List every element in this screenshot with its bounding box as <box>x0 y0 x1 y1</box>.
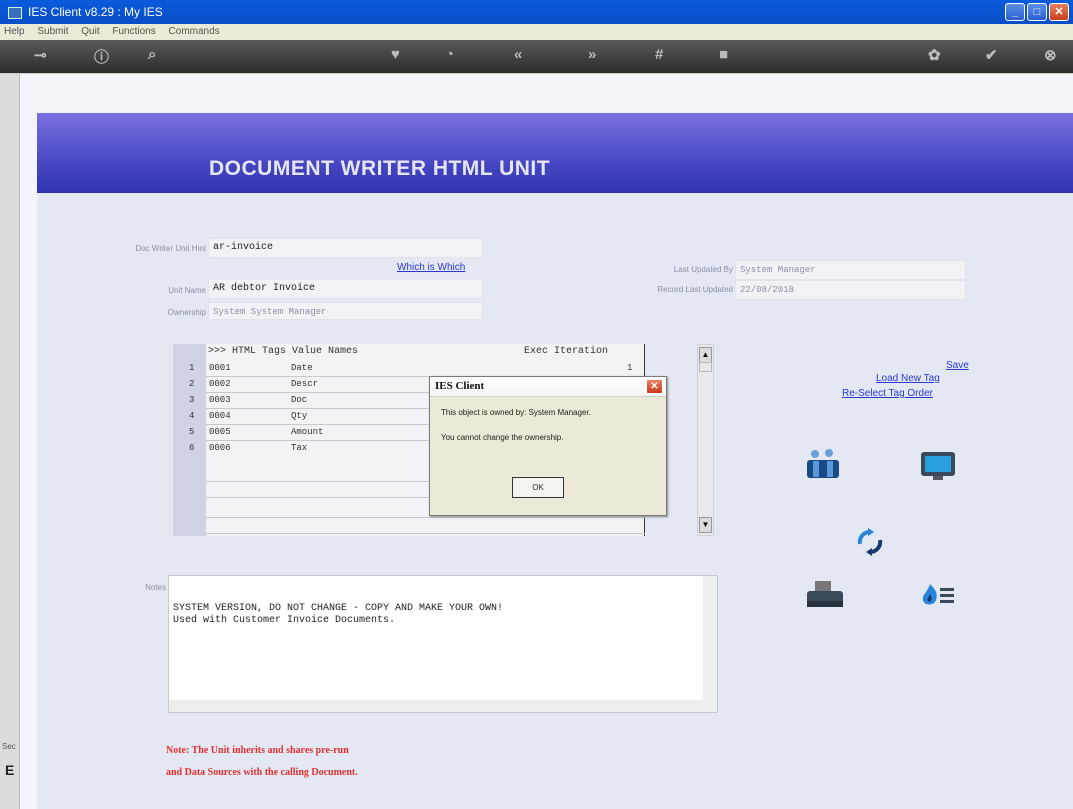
row-value-name: Tax <box>291 443 308 453</box>
footer-note-line1: Note: The Unit inherits and shares pre-r… <box>166 745 349 756</box>
grid-scrollbar[interactable]: ▲ ▼ <box>697 344 714 536</box>
save-link[interactable]: Save <box>946 360 969 371</box>
row-num: 6 <box>189 443 195 453</box>
dialog-close-icon[interactable]: ✕ <box>646 379 663 394</box>
menu-functions[interactable]: Functions <box>112 26 155 37</box>
notes-label: Notes <box>145 583 166 592</box>
left-strip-letter[interactable]: E <box>5 762 14 778</box>
ownership-field[interactable]: System System Manager <box>208 302 483 320</box>
header-exec-iteration: Exec Iteration <box>524 346 609 357</box>
doc-writer-field[interactable]: ar-invoice <box>208 238 483 258</box>
record-last-updated-label: Record Last Updated <box>657 285 733 294</box>
search-icon[interactable]: ⌕ <box>148 46 156 63</box>
row-value-name: Qty <box>291 411 308 421</box>
hash-icon[interactable]: # <box>655 46 663 63</box>
reselect-tag-order-link[interactable]: Re-Select Tag Order <box>842 388 933 399</box>
notes-hscrollbar[interactable] <box>169 700 704 712</box>
row-tag: 0005 <box>209 427 231 437</box>
info-icon[interactable]: ⓘ <box>94 46 109 67</box>
toolbar: ⊸ ⓘ ⌕ ♥ ◔ « » # ■ ✿ ✔ ⊗ <box>0 40 1073 73</box>
row-tag: 0006 <box>209 443 231 453</box>
row-value-name: Amount <box>291 427 324 437</box>
stop-icon[interactable]: ■ <box>719 46 728 63</box>
maximize-button[interactable]: □ <box>1027 3 1047 21</box>
window-title: IES Client v8.29 : My IES <box>28 5 163 19</box>
key-icon[interactable]: ⊸ <box>34 46 47 64</box>
scroll-down-arrow-icon[interactable]: ▼ <box>699 517 712 533</box>
notes-text: SYSTEM VERSION, DO NOT CHANGE - COPY AND… <box>173 603 504 626</box>
dialog-message-cannot-change: You cannot change the ownership. <box>441 433 564 442</box>
ok-button[interactable]: OK <box>512 477 564 498</box>
which-is-which-link[interactable]: Which is Which <box>397 262 465 273</box>
rewind-icon[interactable]: « <box>514 46 522 63</box>
row-value-name: Doc <box>291 395 308 405</box>
printer-icon[interactable] <box>805 579 845 616</box>
ownership-label: Ownership <box>167 308 206 317</box>
row-num: 2 <box>189 379 195 389</box>
row-divider <box>206 533 645 534</box>
last-updated-by-field: System Manager <box>735 260 966 280</box>
menu-quit[interactable]: Quit <box>81 26 99 37</box>
menu-bar: Help Submit Quit Functions Commands <box>0 24 1073 40</box>
monitor-icon[interactable] <box>919 450 957 487</box>
load-new-tag-link[interactable]: Load New Tag <box>876 373 940 384</box>
ownership-dialog: IES Client ✕ This object is owned by: Sy… <box>429 376 667 516</box>
unit-name-label: Unit Name <box>168 286 206 295</box>
dialog-title: IES Client <box>435 380 485 392</box>
row-iteration: 1 <box>627 363 633 373</box>
minimize-button[interactable]: _ <box>1005 3 1025 21</box>
footer-note-line2: and Data Sources with the calling Docume… <box>166 767 358 778</box>
page-header: DOCUMENT WRITER HTML UNIT <box>37 113 1073 193</box>
row-value-name: Date <box>291 363 313 373</box>
notes-textarea[interactable]: SYSTEM VERSION, DO NOT CHANGE - COPY AND… <box>168 575 718 713</box>
header-html-tags: >>> HTML Tags <box>208 346 287 357</box>
page-title: DOCUMENT WRITER HTML UNIT <box>209 157 551 180</box>
heart-icon[interactable]: ♥ <box>391 46 400 63</box>
window-close-button[interactable]: ✕ <box>1049 3 1069 21</box>
row-divider <box>206 517 645 518</box>
doc-writer-label: Doc Writer Unit Hint <box>135 244 206 253</box>
row-tag: 0001 <box>209 363 231 373</box>
row-num: 5 <box>189 427 195 437</box>
refresh-icon[interactable] <box>856 526 884 563</box>
menu-submit[interactable]: Submit <box>37 26 68 37</box>
row-num: 1 <box>189 363 195 373</box>
last-updated-by-label: Last Updated By <box>673 265 733 274</box>
row-num: 3 <box>189 395 195 405</box>
row-tag: 0004 <box>209 411 231 421</box>
dialog-titlebar: IES Client ✕ <box>430 377 666 397</box>
unit-name-field[interactable]: AR debtor Invoice <box>208 279 483 299</box>
forward-icon[interactable]: » <box>588 46 596 63</box>
notes-scrollbar[interactable] <box>703 576 717 712</box>
menu-help[interactable]: Help <box>4 26 25 37</box>
row-tag: 0003 <box>209 395 231 405</box>
app-icon <box>8 7 22 19</box>
menu-commands[interactable]: Commands <box>169 26 220 37</box>
clock-icon[interactable]: ◔ <box>445 46 454 63</box>
row-num: 4 <box>189 411 195 421</box>
scroll-up-arrow-icon[interactable]: ▲ <box>699 347 712 363</box>
users-icon[interactable] <box>805 448 841 485</box>
check-icon[interactable]: ✔ <box>985 46 998 64</box>
table-row[interactable]: 1 0001 Date 1 <box>173 363 645 375</box>
row-value-name: Descr <box>291 379 319 389</box>
scroll-thumb[interactable] <box>699 362 712 372</box>
left-strip: Sec E <box>0 74 20 809</box>
window-controls: _ □ ✕ <box>1005 3 1069 21</box>
row-tag: 0002 <box>209 379 231 389</box>
left-strip-label: Sec <box>2 742 16 751</box>
header-value-names: Value Names <box>292 346 359 357</box>
dialog-message-owner: This object is owned by: System Manager. <box>441 408 591 417</box>
flame-list-icon[interactable] <box>918 580 958 617</box>
grid-header: >>> HTML Tags Value Names Exec Iteration <box>208 346 608 357</box>
gear-icon[interactable]: ✿ <box>928 46 941 64</box>
close-icon[interactable]: ⊗ <box>1044 46 1057 64</box>
window-titlebar: IES Client v8.29 : My IES _ □ ✕ Help Sub… <box>0 0 1073 40</box>
record-last-updated-field: 22/08/2018 <box>735 280 966 300</box>
